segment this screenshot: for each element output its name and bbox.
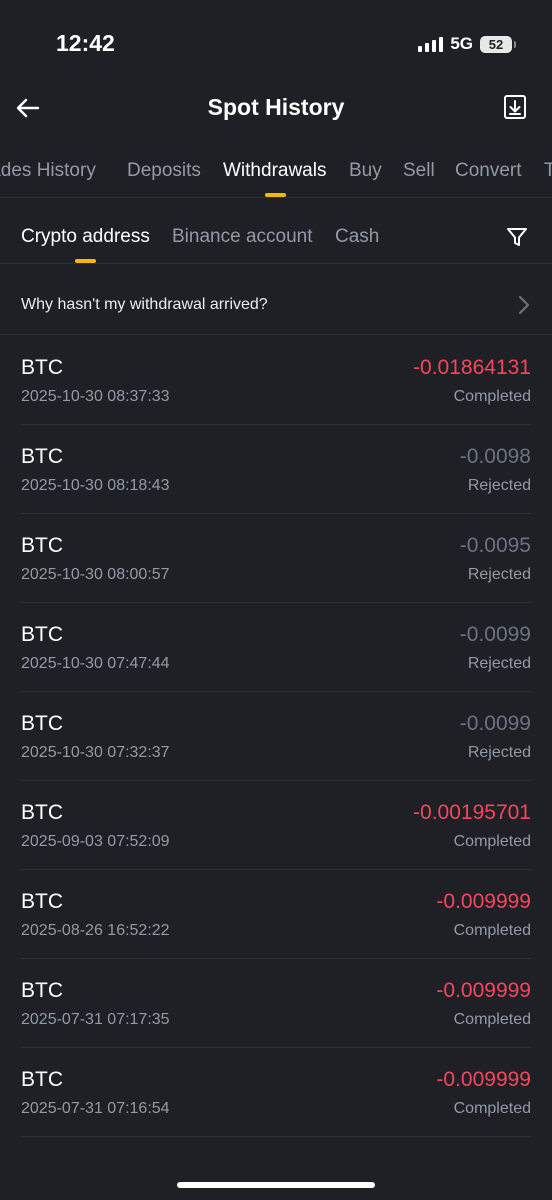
withdrawal-status: Rejected (467, 655, 531, 672)
list-item[interactable]: BTC 2025-10-30 07:32:37 -0.0099 Rejected (21, 692, 531, 781)
tab-sell[interactable]: Sell (403, 160, 435, 182)
help-text: Why hasn't my withdrawal arrived? (21, 296, 268, 313)
status-time: 12:42 (56, 30, 115, 56)
withdrawal-type-tabs: Crypto address Binance account Cash (0, 210, 552, 264)
tab-deposits[interactable]: Deposits (127, 160, 201, 182)
coin-name: BTC (21, 1068, 63, 1091)
tab-active-indicator (265, 193, 286, 197)
status-indicators: 5G 52 (418, 34, 516, 54)
withdrawal-status: Completed (453, 922, 531, 939)
list-item[interactable]: BTC 2025-10-30 07:47:44 -0.0099 Rejected (21, 603, 531, 692)
withdrawal-time: 2025-08-26 16:52:22 (21, 922, 170, 939)
withdrawal-amount: -0.0098 (459, 445, 531, 468)
list-item[interactable]: BTC 2025-09-03 07:52:09 -0.00195701 Complet… (21, 781, 531, 870)
coin-name: BTC (21, 356, 63, 379)
filter-icon (507, 228, 527, 246)
list-item[interactable]: BTC 2025-10-30 08:37:33 -0.01864131 Complet… (21, 336, 531, 425)
tab-withdrawals[interactable]: Withdrawals (223, 160, 326, 182)
list-item[interactable]: BTC 2025-10-30 08:00:57 -0.0095 Rejected (21, 514, 531, 603)
subtab-active-indicator (75, 259, 96, 263)
withdrawal-time: 2025-10-30 07:47:44 (21, 655, 170, 672)
withdrawal-status: Rejected (467, 477, 531, 494)
withdrawal-time: 2025-09-03 07:52:09 (21, 833, 170, 850)
withdrawal-time: 2025-10-30 08:00:57 (21, 566, 170, 583)
coin-name: BTC (21, 445, 63, 468)
history-tabs: Trades History Deposits Withdrawals Buy … (0, 150, 552, 198)
withdrawal-status: Completed (453, 1011, 531, 1028)
withdrawal-time: 2025-07-31 07:16:54 (21, 1100, 170, 1117)
tab-convert[interactable]: Convert (455, 160, 522, 182)
network-label: 5G (450, 34, 473, 53)
tab-trades-history[interactable]: Trades History (0, 160, 96, 182)
withdrawal-amount: -0.009999 (436, 890, 531, 913)
list-item[interactable]: BTC 2025-08-26 16:52:22 -0.009999 Completed (21, 870, 531, 959)
list-item[interactable]: BTC 2025-07-31 07:17:35 -0.009999 Completed (21, 959, 531, 1048)
withdrawal-amount: -0.00195701 (413, 801, 531, 824)
list-item[interactable]: BTC 2025-10-30 08:18:43 -0.0098 Rejected (21, 425, 531, 514)
withdrawal-amount: -0.0099 (459, 712, 531, 735)
list-item[interactable]: BTC 2025-07-31 07:16:54 -0.009999 Completed (21, 1048, 531, 1137)
status-bar: 12:42 5G 52 (0, 0, 552, 90)
withdrawal-time: 2025-10-30 08:18:43 (21, 477, 170, 494)
download-icon (504, 95, 526, 119)
tab-buy[interactable]: Buy (349, 160, 382, 182)
home-indicator (177, 1182, 375, 1188)
subtab-binance-account[interactable]: Binance account (172, 226, 313, 248)
withdrawal-list: BTC 2025-10-30 08:37:33 -0.01864131 Complet… (0, 336, 552, 1137)
cellular-signal-icon (418, 36, 444, 52)
page-title: Spot History (207, 94, 345, 120)
withdrawal-time: 2025-07-31 07:17:35 (21, 1011, 170, 1028)
withdrawal-amount: -0.009999 (436, 1068, 531, 1091)
subtab-cash[interactable]: Cash (335, 226, 379, 248)
withdrawal-status: Completed (453, 1100, 531, 1117)
coin-name: BTC (21, 979, 63, 1002)
withdrawal-amount: -0.0099 (459, 623, 531, 646)
download-button[interactable] (500, 92, 530, 122)
withdrawal-status: Completed (453, 833, 531, 850)
withdrawal-help-link[interactable]: Why hasn't my withdrawal arrived? (0, 275, 552, 335)
filter-button[interactable] (504, 224, 530, 250)
withdrawal-status: Completed (453, 388, 531, 405)
coin-name: BTC (21, 534, 63, 557)
tab-more[interactable]: T (544, 160, 552, 182)
withdrawal-status: Rejected (467, 566, 531, 583)
coin-name: BTC (21, 801, 63, 824)
withdrawal-status: Rejected (467, 744, 531, 761)
header: Spot History (0, 80, 552, 136)
coin-name: BTC (21, 890, 63, 913)
battery-icon: 52 (480, 35, 516, 53)
withdrawal-time: 2025-10-30 07:32:37 (21, 744, 170, 761)
chevron-right-icon (518, 295, 530, 315)
withdrawal-amount: -0.009999 (436, 979, 531, 1002)
coin-name: BTC (21, 712, 63, 735)
subtab-crypto-address[interactable]: Crypto address (21, 226, 150, 248)
withdrawal-amount: -0.0095 (459, 534, 531, 557)
withdrawal-amount: -0.01864131 (413, 356, 531, 379)
coin-name: BTC (21, 623, 63, 646)
withdrawal-time: 2025-10-30 08:37:33 (21, 388, 170, 405)
